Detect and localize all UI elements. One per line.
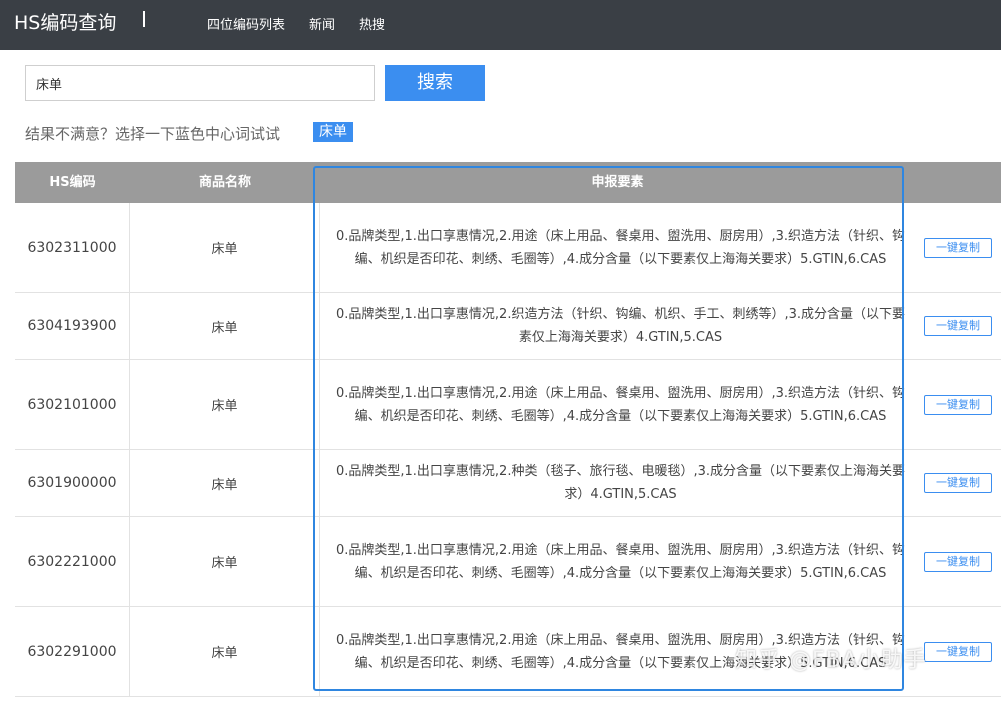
action-cell: 一键复制: [915, 360, 1001, 449]
column-header-product-name: 商品名称: [198, 175, 251, 190]
nav-item-four-digit-list[interactable]: 四位编码列表: [207, 14, 285, 33]
declaration-elements-cell: 0.品牌类型,1.出口享惠情况,2.用途（床上用品、餐桌用、盥洗用、厨房用）,3…: [335, 228, 905, 267]
site-logo[interactable]: HS编码查询: [14, 8, 116, 35]
product-name-cell: 床单: [130, 293, 320, 359]
table-row: 6302221000 床单 0.品牌类型,1.出口享惠情况,2.用途（床上用品、…: [15, 517, 1001, 607]
keyword-chip[interactable]: 床单: [313, 122, 353, 142]
nav-item-hot-search[interactable]: 热搜: [359, 14, 385, 33]
copy-button[interactable]: 一键复制: [924, 394, 992, 415]
action-cell: 一键复制: [915, 517, 1001, 606]
search-input[interactable]: [25, 65, 375, 101]
brand-divider: [143, 11, 145, 27]
table-header: HS编码 商品名称 申报要素: [15, 162, 1001, 203]
hs-code-cell: 6304193900: [15, 293, 130, 359]
hs-code-cell: 6302221000: [15, 517, 130, 606]
product-name-cell: 床单: [130, 607, 320, 696]
hs-code-cell: 6301900000: [15, 450, 130, 516]
table-row: 6302291000 床单 0.品牌类型,1.出口享惠情况,2.用途（床上用品、…: [15, 607, 1001, 697]
copy-button[interactable]: 一键复制: [924, 551, 992, 572]
declaration-elements-cell: 0.品牌类型,1.出口享惠情况,2.用途（床上用品、餐桌用、盥洗用、厨房用）,3…: [335, 385, 905, 424]
table-row: 6304193900 床单 0.品牌类型,1.出口享惠情况,2.织造方法（针织、…: [15, 293, 1001, 360]
top-nav-bar: HS编码查询 四位编码列表 新闻 热搜: [0, 0, 1001, 50]
product-name-cell: 床单: [130, 203, 320, 292]
product-name-cell: 床单: [130, 360, 320, 449]
declaration-elements-cell: 0.品牌类型,1.出口享惠情况,2.用途（床上用品、餐桌用、盥洗用、厨房用）,3…: [335, 542, 905, 581]
copy-button[interactable]: 一键复制: [924, 473, 992, 493]
column-header-action: [915, 162, 1001, 203]
main-nav: 四位编码列表 新闻 热搜: [207, 14, 385, 33]
declaration-elements-cell: 0.品牌类型,1.出口享惠情况,2.用途（床上用品、餐桌用、盥洗用、厨房用）,3…: [335, 632, 905, 671]
declaration-elements-cell: 0.品牌类型,1.出口享惠情况,2.种类（毯子、旅行毯、电暖毯）,3.成分含量（…: [335, 464, 905, 502]
copy-button[interactable]: 一键复制: [924, 237, 992, 258]
copy-button[interactable]: 一键复制: [924, 316, 992, 336]
table-row: 6302101000 床单 0.品牌类型,1.出口享惠情况,2.用途（床上用品、…: [15, 360, 1001, 450]
column-header-hs-code: HS编码: [49, 175, 96, 190]
declaration-elements-cell: 0.品牌类型,1.出口享惠情况,2.织造方法（针织、钩编、机织、手工、刺绣等）,…: [335, 307, 905, 345]
action-cell: 一键复制: [915, 203, 1001, 292]
action-cell: 一键复制: [915, 293, 1001, 359]
action-cell: 一键复制: [915, 607, 1001, 696]
product-name-cell: 床单: [130, 450, 320, 516]
hs-code-cell: 6302311000: [15, 203, 130, 292]
column-header-declaration-elements: 申报要素: [591, 175, 644, 190]
search-button[interactable]: 搜索: [385, 65, 485, 101]
search-hint: 结果不满意？选择一下蓝色中心词试试: [25, 125, 281, 143]
table-row: 6301900000 床单 0.品牌类型,1.出口享惠情况,2.种类（毯子、旅行…: [15, 450, 1001, 517]
table-row: 6302311000 床单 0.品牌类型,1.出口享惠情况,2.用途（床上用品、…: [15, 203, 1001, 293]
hs-code-cell: 6302101000: [15, 360, 130, 449]
action-cell: 一键复制: [915, 450, 1001, 516]
copy-button[interactable]: 一键复制: [924, 641, 992, 662]
hs-code-cell: 6302291000: [15, 607, 130, 696]
product-name-cell: 床单: [130, 517, 320, 606]
nav-item-news[interactable]: 新闻: [309, 14, 335, 33]
